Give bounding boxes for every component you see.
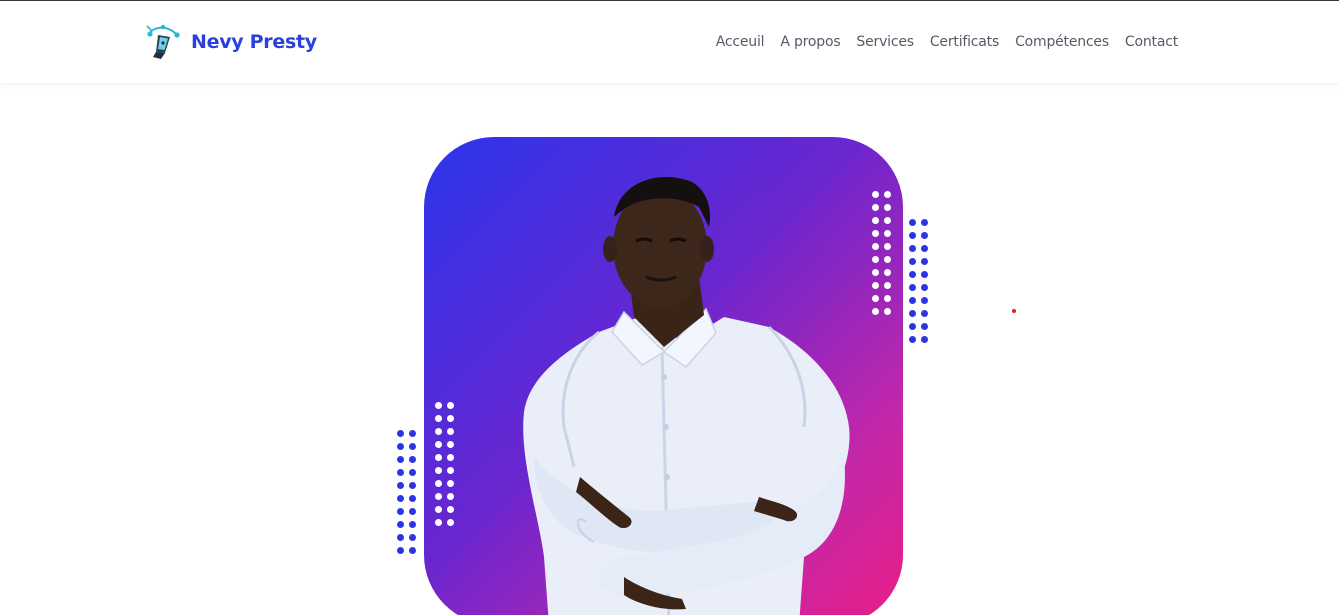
brand-name: Nevy Presty: [191, 31, 317, 53]
nav-link-acceuil[interactable]: Acceuil: [716, 34, 765, 50]
nav-link-services[interactable]: Services: [856, 34, 914, 50]
nav-link-contact[interactable]: Contact: [1125, 34, 1178, 50]
nav-item-services: Services: [856, 33, 914, 51]
nav-item-contact: Contact: [1125, 33, 1178, 51]
nav-link-certificats[interactable]: Certificats: [930, 34, 999, 50]
navbar: Nevy Presty Acceuil A propos Services Ce…: [0, 1, 1339, 83]
decorative-red-dot: [1012, 309, 1016, 313]
pen-nib-logo-icon: [144, 23, 182, 61]
decorative-dot-grid-white-left: [435, 402, 454, 526]
nav-link-competences[interactable]: Compétences: [1015, 34, 1109, 50]
portrait-card: [424, 137, 903, 615]
decorative-dot-grid-blue-right: [909, 219, 928, 343]
nav-link-a-propos[interactable]: A propos: [780, 34, 840, 50]
hero-section: [0, 83, 1339, 615]
decorative-dot-grid-white-right: [872, 191, 891, 315]
nav-item-certificats: Certificats: [930, 33, 999, 51]
brand-link[interactable]: Nevy Presty: [144, 23, 317, 61]
main-nav: Acceuil A propos Services Certificats Co…: [716, 33, 1178, 51]
nav-item-a-propos: A propos: [780, 33, 840, 51]
decorative-dot-grid-blue-left: [397, 430, 416, 554]
nav-item-competences: Compétences: [1015, 33, 1109, 51]
nav-item-acceuil: Acceuil: [716, 33, 765, 51]
portrait-photo: [523, 177, 850, 615]
